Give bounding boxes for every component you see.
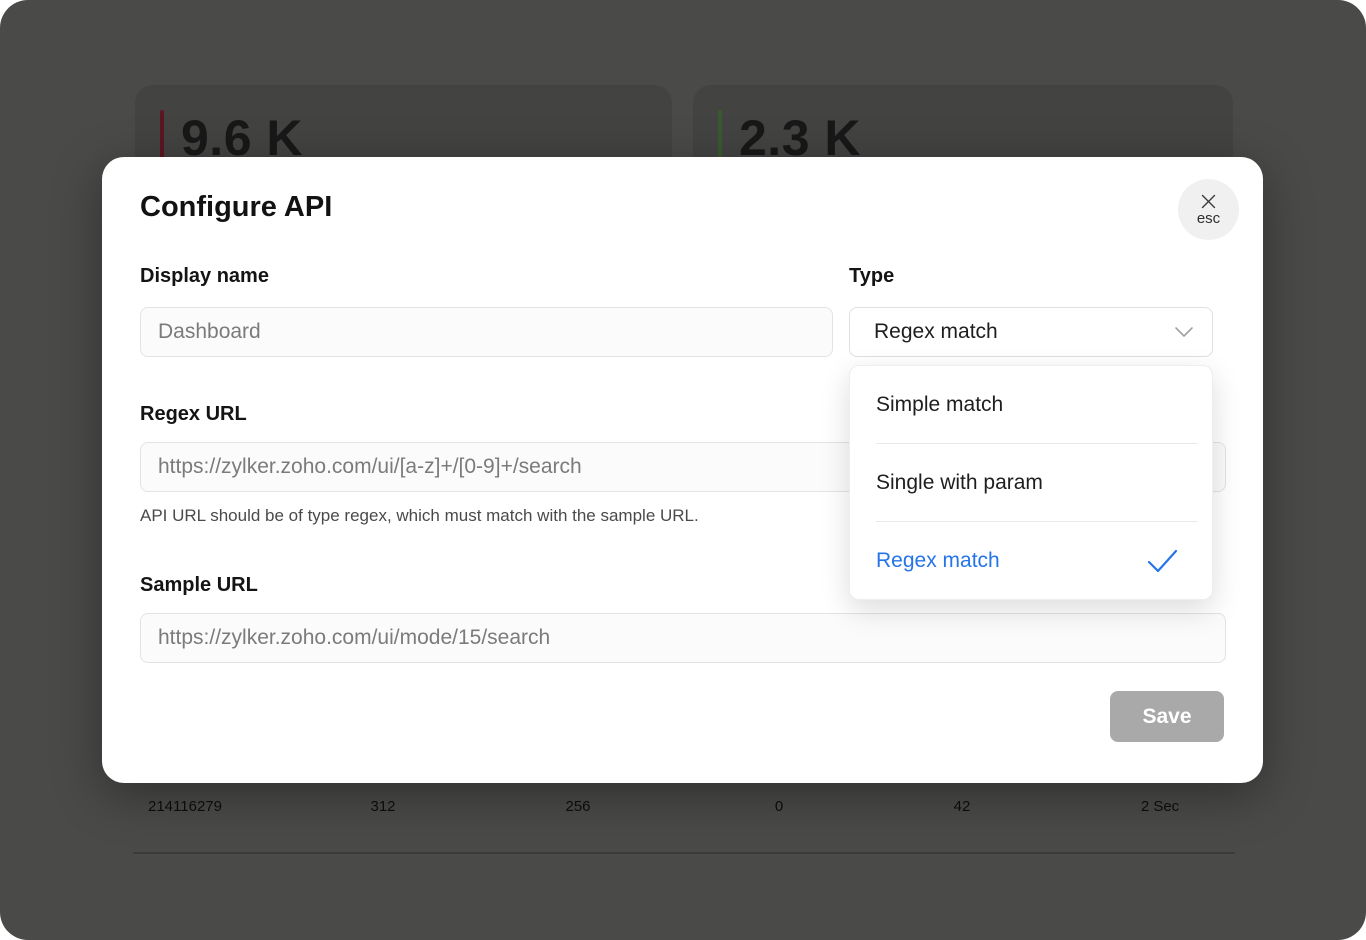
table-cell-id: 214116279 bbox=[148, 798, 222, 815]
type-dropdown-menu: Simple match Single with param Regex mat… bbox=[849, 365, 1213, 600]
table-row: 214116279 312 256 0 42 2 Sec bbox=[0, 798, 1366, 822]
table-cell: 256 bbox=[565, 798, 590, 815]
table-cell-response-time: 2 Sec bbox=[1141, 798, 1179, 815]
regex-url-helper-text: API URL should be of type regex, which m… bbox=[140, 506, 699, 526]
dropdown-option-simple-match[interactable]: Simple match bbox=[850, 366, 1212, 443]
option-label: Regex match bbox=[876, 549, 1147, 573]
modal-title: Configure API bbox=[140, 191, 332, 224]
type-label: Type bbox=[849, 265, 894, 288]
checkmark-icon bbox=[1147, 549, 1178, 573]
option-label: Simple match bbox=[876, 393, 1192, 417]
type-select[interactable]: Regex match bbox=[849, 307, 1213, 357]
sample-url-input[interactable] bbox=[140, 613, 1226, 663]
sample-url-label: Sample URL bbox=[140, 574, 258, 597]
configure-api-modal: Configure API esc Display name Type Rege… bbox=[102, 157, 1263, 783]
table-cell: 0 bbox=[775, 798, 783, 815]
regex-url-label: Regex URL bbox=[140, 403, 247, 426]
save-button[interactable]: Save bbox=[1110, 691, 1224, 742]
table-cell: 42 bbox=[954, 798, 971, 815]
esc-label: esc bbox=[1197, 211, 1220, 226]
display-name-label: Display name bbox=[140, 265, 269, 288]
close-icon bbox=[1200, 193, 1217, 210]
dropdown-option-single-with-param[interactable]: Single with param bbox=[850, 444, 1212, 521]
type-select-value: Regex match bbox=[874, 320, 1174, 344]
dropdown-option-regex-match[interactable]: Regex match bbox=[850, 522, 1212, 599]
option-label: Single with param bbox=[876, 471, 1192, 495]
close-button[interactable]: esc bbox=[1178, 179, 1239, 240]
chevron-down-icon bbox=[1174, 326, 1194, 338]
screen: 9.6 K 2.3 K 214116279 312 256 0 42 2 Sec… bbox=[0, 0, 1366, 940]
table-row-divider bbox=[133, 852, 1235, 854]
table-cell: 312 bbox=[370, 798, 395, 815]
display-name-input[interactable] bbox=[140, 307, 833, 357]
